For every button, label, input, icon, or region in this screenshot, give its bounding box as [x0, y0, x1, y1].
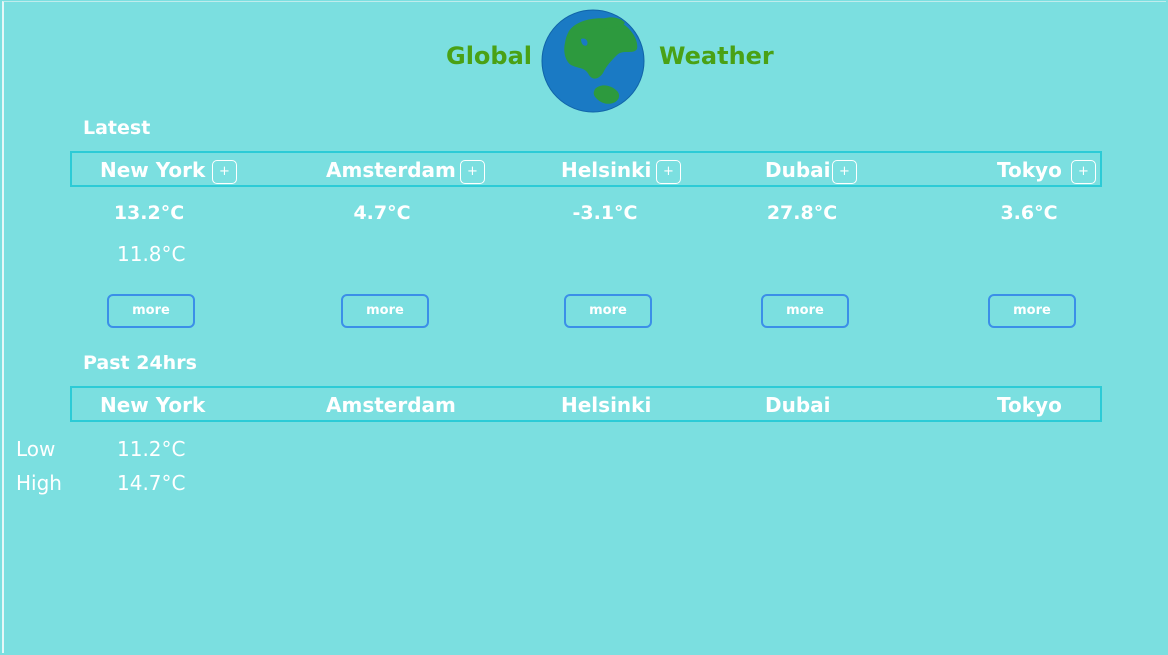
latest-city-helsinki: Helsinki — [561, 158, 652, 182]
past-city-new-york: New York — [100, 393, 206, 417]
add-tokyo-button[interactable]: + — [1071, 160, 1096, 184]
past-24hrs-heading: Past 24hrs — [83, 352, 197, 374]
latest-heading: Latest — [83, 117, 151, 139]
secondary-temp-new-york: 11.8°C — [117, 242, 186, 266]
latest-city-amsterdam: Amsterdam — [326, 158, 456, 182]
more-new-york-button[interactable]: more — [107, 294, 195, 328]
more-helsinki-button[interactable]: more — [564, 294, 652, 328]
temp-amsterdam: 4.7°C — [353, 202, 411, 224]
past-city-dubai: Dubai — [765, 393, 831, 417]
title-global: Global — [446, 42, 533, 70]
temp-helsinki: -3.1°C — [572, 202, 638, 224]
low-new-york: 11.2°C — [117, 437, 186, 461]
more-amsterdam-button[interactable]: more — [341, 294, 429, 328]
past-city-bar: New York Amsterdam Helsinki Dubai Tokyo — [70, 386, 1102, 422]
more-tokyo-button[interactable]: more — [988, 294, 1076, 328]
latest-city-bar: New York + Amsterdam + Helsinki + Dubai … — [70, 151, 1102, 187]
high-new-york: 14.7°C — [117, 471, 186, 495]
add-amsterdam-button[interactable]: + — [460, 160, 485, 184]
latest-city-new-york: New York — [100, 158, 206, 182]
more-dubai-button[interactable]: more — [761, 294, 849, 328]
title-weather: Weather — [659, 42, 774, 70]
latest-city-dubai: Dubai — [765, 158, 831, 182]
high-label: High — [16, 471, 62, 495]
past-city-helsinki: Helsinki — [561, 393, 652, 417]
add-new-york-button[interactable]: + — [212, 160, 237, 184]
add-dubai-button[interactable]: + — [832, 160, 857, 184]
temp-new-york: 13.2°C — [113, 202, 185, 224]
past-city-amsterdam: Amsterdam — [326, 393, 456, 417]
past-city-tokyo: Tokyo — [997, 393, 1062, 417]
latest-city-tokyo: Tokyo — [997, 158, 1062, 182]
temp-dubai: 27.8°C — [766, 202, 838, 224]
globe-icon — [541, 9, 645, 113]
add-helsinki-button[interactable]: + — [656, 160, 681, 184]
low-label: Low — [16, 437, 56, 461]
temp-tokyo: 3.6°C — [1000, 202, 1058, 224]
